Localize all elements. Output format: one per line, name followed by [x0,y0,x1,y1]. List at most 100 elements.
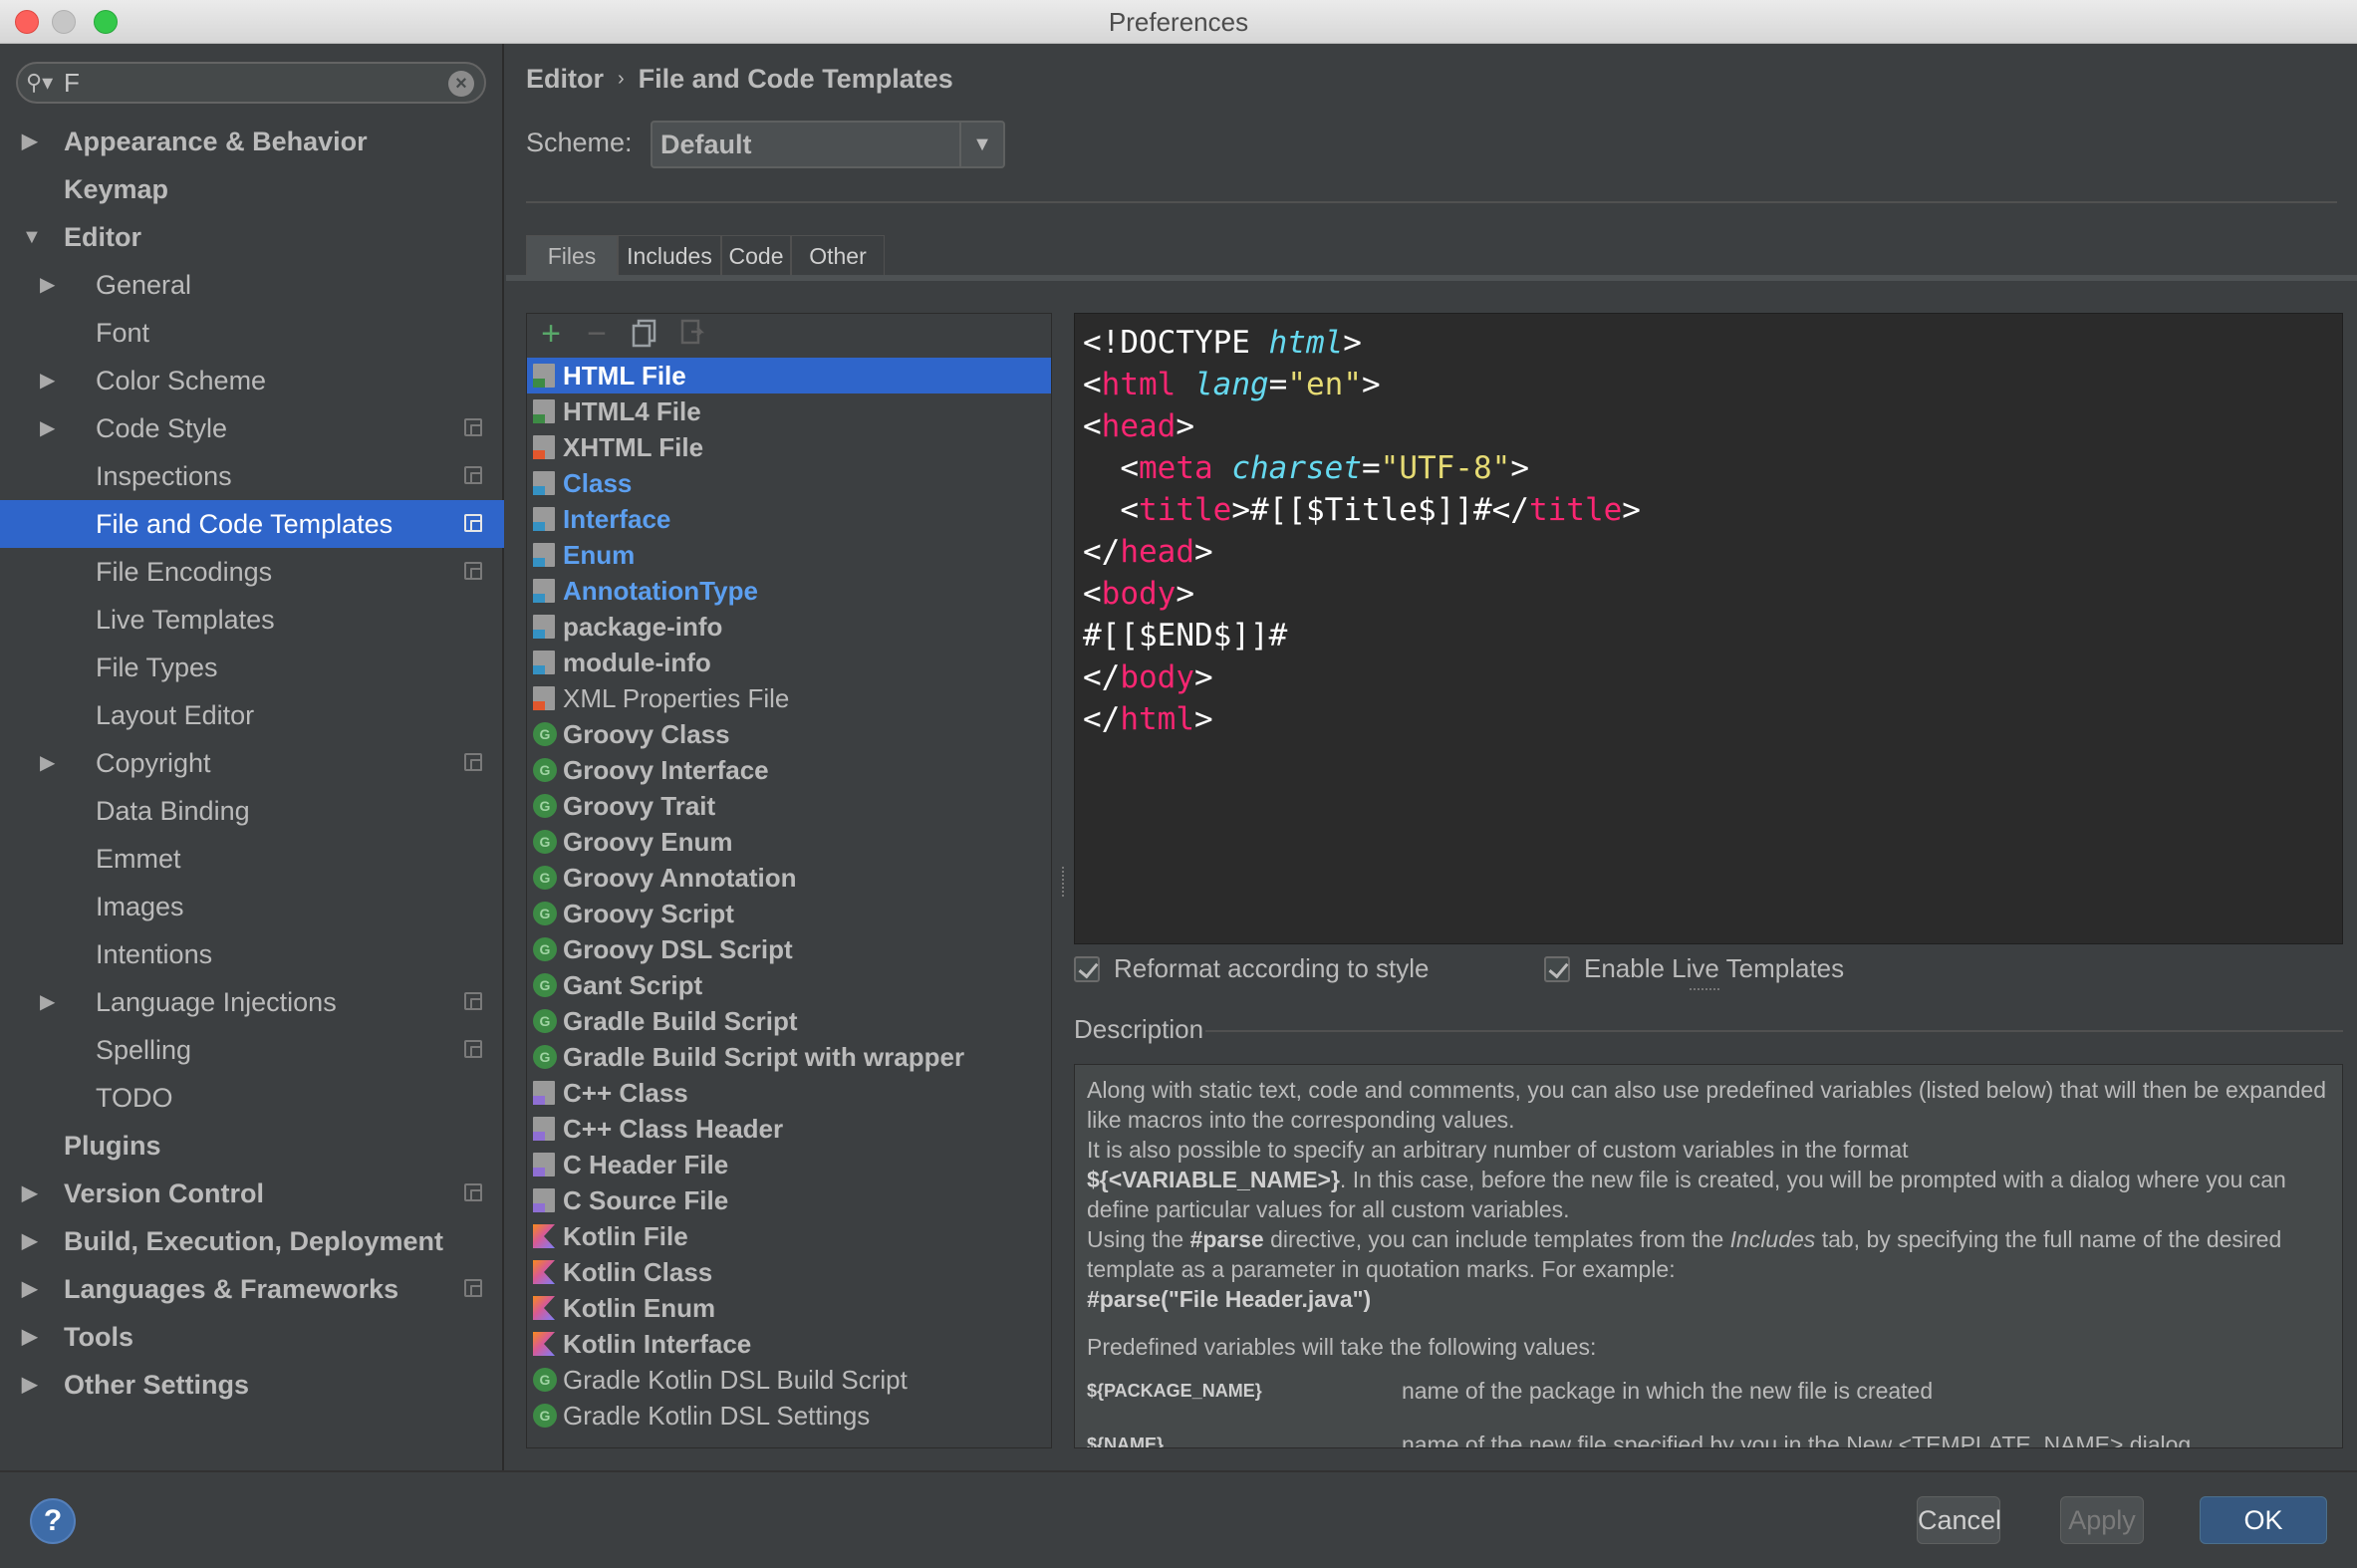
tab-code[interactable]: Code [721,235,791,275]
sidebar-item-copyright[interactable]: ▶ Copyright [0,739,504,787]
sidebar-item-data-binding[interactable]: Data Binding [0,787,504,835]
sidebar-item-file-and-code-templates[interactable]: File and Code Templates [0,500,504,548]
tab-files[interactable]: Files [526,235,618,275]
add-icon[interactable]: + [535,317,567,351]
template-item-html-file[interactable]: HTML File [527,358,1051,393]
template-item-c-source-file[interactable]: C Source File [527,1182,1051,1218]
splitter-handle[interactable] [1062,867,1068,897]
template-item-c-class-header[interactable]: C++ Class Header [527,1111,1051,1147]
reset-icon[interactable] [676,318,708,350]
template-item-kotlin-class[interactable]: Kotlin Class [527,1254,1051,1290]
chevron-right-icon[interactable]: ▶ [22,1217,42,1265]
chevron-right-icon[interactable]: ▶ [22,1361,42,1409]
code-line[interactable]: <title>#[[$Title$]]#</title> [1083,489,2342,531]
template-item-gradle-build-script[interactable]: G Gradle Build Script [527,1003,1051,1039]
template-item-enum[interactable]: Enum [527,537,1051,573]
template-item-groovy-dsl-script[interactable]: G Groovy DSL Script [527,931,1051,967]
chevron-right-icon[interactable]: ▶ [22,1265,42,1313]
sidebar-item-appearance-behavior[interactable]: ▶ Appearance & Behavior [0,118,504,165]
sidebar-item-languages-frameworks[interactable]: ▶ Languages & Frameworks [0,1265,504,1313]
sidebar-item-code-style[interactable]: ▶ Code Style [0,404,504,452]
template-item-module-info[interactable]: module-info [527,645,1051,680]
sidebar-item-font[interactable]: Font [0,309,504,357]
template-item-gradle-kotlin-dsl-build-script[interactable]: G Gradle Kotlin DSL Build Script [527,1362,1051,1398]
sidebar-item-spelling[interactable]: Spelling [0,1026,504,1074]
code-line[interactable]: <html lang="en"> [1083,364,2342,405]
checkbox-checked-icon[interactable] [1544,956,1570,982]
sidebar-item-other-settings[interactable]: ▶ Other Settings [0,1361,504,1409]
template-item-groovy-script[interactable]: G Groovy Script [527,896,1051,931]
sidebar-item-tools[interactable]: ▶ Tools [0,1313,504,1361]
template-item-interface[interactable]: Interface [527,501,1051,537]
template-code-editor[interactable]: <!DOCTYPE html> <html lang="en"> <head> <m… [1074,313,2343,944]
sidebar-item-keymap[interactable]: Keymap [0,165,504,213]
sidebar-item-build-execution-deployment[interactable]: ▶ Build, Execution, Deployment [0,1217,504,1265]
sidebar-item-language-injections[interactable]: ▶ Language Injections [0,978,504,1026]
checkbox-checked-icon[interactable] [1074,956,1100,982]
sidebar-item-file-encodings[interactable]: File Encodings [0,548,504,596]
chevron-right-icon[interactable]: ▶ [40,978,60,1026]
chevron-right-icon[interactable]: ▶ [22,1170,42,1217]
search-box[interactable]: ⚲▾ × [16,62,486,104]
template-item-xhtml-file[interactable]: XHTML File [527,429,1051,465]
ok-button[interactable]: OK [2200,1496,2327,1544]
sidebar-item-general[interactable]: ▶ General [0,261,504,309]
cancel-button[interactable]: Cancel [1917,1496,2001,1544]
search-input[interactable] [62,66,450,100]
code-line[interactable]: </head> [1083,531,2342,573]
sidebar-item-inspections[interactable]: Inspections [0,452,504,500]
remove-icon[interactable]: − [581,317,613,351]
apply-button[interactable]: Apply [2060,1496,2144,1544]
scheme-dropdown[interactable]: Default ▼ [651,121,1005,168]
code-line[interactable]: <body> [1083,573,2342,615]
chevron-right-icon[interactable]: ▶ [40,404,60,452]
tab-includes[interactable]: Includes [618,235,721,275]
sidebar-item-version-control[interactable]: ▶ Version Control [0,1170,504,1217]
sidebar-item-layout-editor[interactable]: Layout Editor [0,691,504,739]
template-item-gradle-kotlin-dsl-settings[interactable]: G Gradle Kotlin DSL Settings [527,1398,1051,1434]
copy-icon[interactable] [629,318,660,350]
clear-search-icon[interactable]: × [448,71,474,97]
template-item-groovy-enum[interactable]: G Groovy Enum [527,824,1051,860]
live-templates-checkbox[interactable]: Enable Live Templates [1544,948,1863,988]
code-line[interactable]: </html> [1083,698,2342,740]
template-item-kotlin-enum[interactable]: Kotlin Enum [527,1290,1051,1326]
code-line[interactable]: <meta charset="UTF-8"> [1083,447,2342,489]
template-item-xml-properties-file[interactable]: XML Properties File [527,680,1051,716]
template-item-gant-script[interactable]: G Gant Script [527,967,1051,1003]
template-item-annotationtype[interactable]: AnnotationType [527,573,1051,609]
sidebar-item-plugins[interactable]: Plugins [0,1122,504,1170]
code-line[interactable]: <head> [1083,405,2342,447]
template-item-package-info[interactable]: package-info [527,609,1051,645]
template-item-groovy-class[interactable]: G Groovy Class [527,716,1051,752]
sidebar-item-color-scheme[interactable]: ▶ Color Scheme [0,357,504,404]
chevron-down-icon[interactable]: ▼ [22,213,42,261]
chevron-right-icon[interactable]: ▶ [40,739,60,787]
template-item-kotlin-interface[interactable]: Kotlin Interface [527,1326,1051,1362]
sidebar-item-images[interactable]: Images [0,883,504,930]
chevron-right-icon[interactable]: ▶ [22,1313,42,1361]
sidebar-item-intentions[interactable]: Intentions [0,930,504,978]
sidebar-item-file-types[interactable]: File Types [0,644,504,691]
resize-grip[interactable] [1690,988,1719,996]
tab-other[interactable]: Other [791,235,885,275]
template-item-c-header-file[interactable]: C Header File [527,1147,1051,1182]
template-item-gradle-build-script-with-wrapper[interactable]: G Gradle Build Script with wrapper [527,1039,1051,1075]
sidebar-item-emmet[interactable]: Emmet [0,835,504,883]
reformat-checkbox[interactable]: Reformat according to style [1074,948,1429,988]
search-icon[interactable]: ⚲▾ [26,70,62,98]
code-line[interactable]: </body> [1083,656,2342,698]
sidebar-item-live-templates[interactable]: Live Templates [0,596,504,644]
help-button[interactable]: ? [30,1498,76,1544]
code-line[interactable]: <!DOCTYPE html> [1083,322,2342,364]
template-item-c-class[interactable]: C++ Class [527,1075,1051,1111]
sidebar-item-editor[interactable]: ▼ Editor [0,213,504,261]
sidebar-item-todo[interactable]: TODO [0,1074,504,1122]
chevron-right-icon[interactable]: ▶ [22,118,42,165]
template-item-kotlin-file[interactable]: Kotlin File [527,1218,1051,1254]
template-item-html4-file[interactable]: HTML4 File [527,393,1051,429]
code-line[interactable]: #[[$END$]]# [1083,615,2342,656]
chevron-right-icon[interactable]: ▶ [40,357,60,404]
template-item-groovy-trait[interactable]: G Groovy Trait [527,788,1051,824]
chevron-down-icon[interactable]: ▼ [959,123,1003,166]
